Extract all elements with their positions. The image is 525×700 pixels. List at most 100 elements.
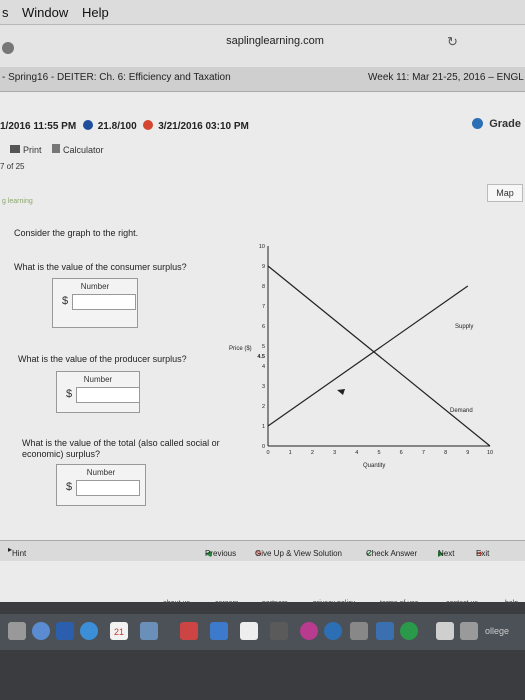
next-label: Next [438, 549, 455, 558]
grade-label: Grade [489, 118, 521, 130]
footer-help[interactable]: help [505, 600, 518, 607]
footer-contact[interactable]: contact us [446, 600, 478, 607]
current-date: 3/21/2016 03:10 PM [158, 121, 249, 132]
give-up-label: Give Up & View Solution [255, 549, 343, 558]
supply-label: Supply [455, 324, 473, 330]
total-surplus-input[interactable] [76, 480, 140, 496]
question-counter: 7 of 25 [0, 162, 25, 171]
y-tick-label: 8 [262, 284, 265, 290]
footer-about[interactable]: about us [163, 600, 190, 607]
score: 21.8/100 [97, 121, 137, 132]
y-axis-label: Price ($) [229, 346, 252, 352]
y-tick-label: 2 [262, 404, 265, 410]
x-tick-label: 3 [333, 450, 336, 456]
hint-button[interactable]: ▸ Hint [8, 545, 26, 558]
app-store-icon[interactable] [324, 622, 342, 640]
word-icon[interactable] [56, 622, 74, 640]
menu-app[interactable]: s [2, 5, 9, 20]
currency-label: $ [66, 388, 73, 400]
footer-partners[interactable]: partners [262, 600, 288, 607]
calculator-link[interactable]: Calculator [63, 145, 104, 155]
due-date: 1/2016 11:55 PM [0, 121, 77, 132]
calendar-icon[interactable]: 21 [110, 622, 128, 640]
footer-privacy[interactable]: privacy policy [313, 600, 355, 607]
print-link[interactable]: Print [23, 145, 42, 155]
consumer-surplus-box: Number $ [52, 278, 138, 328]
tools-row: Print Calculator [10, 144, 104, 155]
messages-icon[interactable] [140, 622, 158, 640]
y-tick-label: 7 [262, 304, 265, 310]
map-label: Map [496, 188, 514, 198]
y-tick-label: 4 [262, 364, 265, 370]
grade-icon [472, 118, 484, 129]
y-tick-label: 6 [262, 324, 265, 330]
y-tick-label: 4.5 [257, 354, 265, 360]
menu-bar: s Window Help [0, 0, 525, 25]
iphoto-icon[interactable] [376, 622, 394, 640]
exit-label: Exit [476, 549, 490, 558]
question-intro: Consider the graph to the right. [14, 228, 139, 238]
x-tick-label: 10 [487, 450, 493, 456]
tab-assignment[interactable]: - Spring16 - DEITER: Ch. 6: Efficiency a… [2, 72, 231, 83]
x-tick-label: 5 [377, 450, 380, 456]
hint-label: Hint [12, 549, 27, 558]
y-tick-label: 1 [262, 424, 265, 430]
navigation-bar: ▸ Hint ◀ Previous ⊗ Give Up & View Solut… [0, 540, 525, 561]
tab-strip: - Spring16 - DEITER: Ch. 6: Efficiency a… [0, 67, 525, 92]
check-label: Check Answer [366, 549, 418, 558]
address-bar[interactable]: saplinglearning.com [170, 35, 380, 47]
grade-button[interactable]: Grade [472, 118, 521, 130]
mouse-cursor-icon [337, 389, 345, 395]
document-icon[interactable] [436, 622, 454, 640]
consumer-surplus-input[interactable] [72, 294, 136, 310]
browser-toolbar: saplinglearning.com ↻ [0, 25, 525, 67]
x-axis-label: Quantity [363, 463, 385, 469]
notes-icon[interactable] [240, 622, 258, 640]
photos-icon[interactable] [180, 622, 198, 640]
chrome-icon[interactable] [32, 622, 50, 640]
producer-surplus-input[interactable] [76, 387, 140, 403]
supply-curve [267, 285, 469, 427]
footer-terms[interactable]: terms of use [380, 600, 419, 607]
question-total-surplus: What is the value of the total (also cal… [22, 438, 220, 459]
footer-links: about us careers partners privacy policy… [0, 600, 525, 614]
print-icon[interactable] [10, 145, 20, 153]
assignment-page: 1/2016 11:55 PM 21.8/100 3/21/2016 03:10… [0, 92, 525, 602]
safari-icon[interactable] [80, 622, 98, 640]
question-producer-surplus: What is the value of the producer surplu… [18, 354, 187, 364]
map-button[interactable]: Map [487, 184, 523, 202]
dock: 21 ollege [0, 614, 525, 650]
x-tick-label: 4 [355, 450, 358, 456]
trash-icon[interactable] [460, 622, 478, 640]
supply-demand-chart: 0 1 2 3 4 4.5 5 6 7 8 9 10 0 1 2 3 4 5 6 7 8 9 10 Price ($) Qu… [229, 244, 493, 469]
currency-label: $ [66, 481, 73, 493]
x-tick-label: 2 [311, 450, 314, 456]
footer-careers[interactable]: careers [215, 600, 238, 607]
x-tick-label: 0 [266, 450, 269, 456]
number-label: Number [80, 282, 110, 291]
calculator-icon[interactable] [52, 144, 61, 153]
y-tick-label: 9 [262, 264, 265, 270]
x-tick-label: 7 [422, 450, 425, 456]
menu-window[interactable]: Window [22, 5, 68, 20]
x-tick-label: 9 [466, 450, 469, 456]
facetime-icon[interactable] [400, 622, 418, 640]
sapling-favicon-icon [2, 42, 14, 54]
question-consumer-surplus: What is the value of the consumer surplu… [14, 262, 187, 272]
finder-icon[interactable] [8, 622, 26, 640]
reload-icon[interactable]: ↻ [447, 34, 458, 50]
currency-label: $ [62, 295, 69, 307]
demand-label: Demand [450, 408, 473, 414]
menu-help[interactable]: Help [82, 5, 109, 20]
settings-icon[interactable] [350, 622, 368, 640]
x-tick-label: 8 [444, 450, 447, 456]
clock-icon [143, 120, 154, 130]
y-tick-label: 5 [262, 344, 265, 350]
app-icon[interactable] [270, 622, 288, 640]
y-tick-label: 3 [262, 384, 265, 390]
y-tick-label: 0 [262, 444, 265, 450]
preview-icon[interactable] [210, 622, 228, 640]
itunes-icon[interactable] [300, 622, 318, 640]
demand-curve [267, 265, 491, 447]
tab-week[interactable]: Week 11: Mar 21-25, 2016 – ENGL 2 [368, 72, 525, 83]
